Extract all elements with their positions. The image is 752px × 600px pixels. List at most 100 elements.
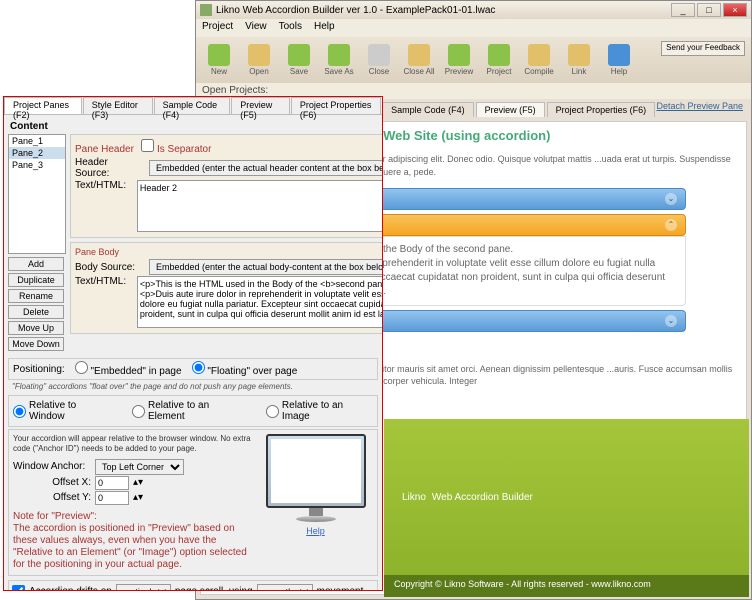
menu-view[interactable]: View — [245, 21, 267, 35]
close-button[interactable]: × — [723, 3, 747, 17]
relative-element-radio[interactable] — [132, 405, 145, 418]
drift-checkbox[interactable] — [12, 585, 25, 590]
bg-tab-project-properties[interactable]: Project Properties (F6) — [547, 102, 656, 117]
move-down-button[interactable]: Move Down — [8, 337, 64, 351]
positioning-detail: Your accordion will appear relative to t… — [8, 429, 378, 576]
pane-body-group: Pane Body Body Source:Embedded (enter th… — [70, 242, 382, 334]
rename-button[interactable]: Rename — [8, 289, 64, 303]
offsety-spinner[interactable]: ▴▾ — [133, 492, 143, 503]
relative-element-option[interactable]: Relative to an Element — [132, 400, 248, 422]
add-button[interactable]: Add — [8, 257, 64, 271]
move-up-button[interactable]: Move Up — [8, 321, 64, 335]
minimize-button[interactable]: _ — [671, 3, 695, 17]
offsetx-spinner[interactable]: ▴▾ — [133, 477, 143, 488]
about-banner: Likno Web Accordion Builder Copyright © … — [384, 419, 749, 597]
relative-window-option[interactable]: Relative to Window — [13, 400, 114, 422]
preview-note: Note for "Preview":The accordion is posi… — [13, 511, 252, 571]
offsetx-input[interactable] — [95, 476, 129, 490]
menu-help[interactable]: Help — [314, 21, 335, 35]
is-separator-label: Is Separator — [157, 144, 211, 155]
relative-image-option[interactable]: Relative to an Image — [266, 400, 373, 422]
content-label: Content — [10, 121, 376, 132]
embedded-radio[interactable] — [75, 361, 88, 374]
anchor-select[interactable]: Top Left Corner — [95, 459, 184, 475]
pane-item-1[interactable]: Pane_1 — [9, 135, 65, 147]
maximize-button[interactable]: □ — [697, 3, 721, 17]
help-icon — [608, 44, 630, 66]
new-icon — [208, 44, 230, 66]
project-label: Project — [487, 67, 512, 76]
banner-copyright: Copyright © Likno Software - All rights … — [384, 575, 749, 597]
project-panes-panel: Project Panes (F2)Style Editor (F3)Sampl… — [3, 96, 383, 591]
close-icon — [368, 44, 390, 66]
help-label: Help — [611, 67, 627, 76]
drift-label: Accordion drifts on — [29, 586, 112, 590]
drift-mid-label: page scroll, using — [175, 586, 253, 590]
menubar: Project View Tools Help — [196, 19, 751, 37]
header-text-input[interactable] — [137, 180, 382, 232]
offsety-label: Offset Y: — [13, 492, 91, 503]
fg-tab-project-panes[interactable]: Project Panes (F2) — [4, 97, 82, 114]
offsetx-label: Offset X: — [13, 477, 91, 488]
help-link[interactable]: Help — [306, 526, 325, 536]
window-title: Likno Web Accordion Builder ver 1.0 - Ex… — [216, 5, 671, 16]
open-button[interactable]: Open — [242, 44, 276, 76]
closeall-button[interactable]: Close All — [402, 44, 436, 76]
duplicate-button[interactable]: Duplicate — [8, 273, 64, 287]
menu-project[interactable]: Project — [202, 21, 233, 35]
fg-tab-project-properties[interactable]: Project Properties (F6) — [291, 97, 381, 114]
delete-button[interactable]: Delete — [8, 305, 64, 319]
body-text-input[interactable] — [137, 276, 382, 328]
relative-image-radio[interactable] — [266, 405, 279, 418]
open-label: Open — [249, 67, 269, 76]
fg-tab-style-editor[interactable]: Style Editor (F3) — [83, 97, 153, 114]
floating-radio[interactable] — [192, 361, 205, 374]
menu-tools[interactable]: Tools — [279, 21, 302, 35]
link-button[interactable]: Link — [562, 44, 596, 76]
banner-brand-right: Web Accordion Builder — [432, 492, 533, 503]
titlebar: Likno Web Accordion Builder ver 1.0 - Ex… — [196, 1, 751, 19]
bg-tab-preview[interactable]: Preview (F5) — [476, 102, 545, 117]
save-label: Save — [290, 67, 308, 76]
preview-button[interactable]: Preview — [442, 44, 476, 76]
body-source-select[interactable]: Embedded (enter the actual body-content … — [149, 259, 382, 275]
pane-item-3[interactable]: Pane_3 — [9, 159, 65, 171]
detach-preview-link[interactable]: Detach Preview Pane — [656, 101, 743, 111]
help-button[interactable]: Help — [602, 44, 636, 76]
drift-end-label: movement — [317, 586, 364, 590]
offsety-input[interactable] — [95, 491, 129, 505]
compile-button[interactable]: Compile — [522, 44, 556, 76]
is-separator-checkbox[interactable] — [141, 139, 154, 152]
pane-item-2[interactable]: Pane_2 — [9, 147, 65, 159]
panes-listbox[interactable]: Pane_1Pane_2Pane_3 — [8, 134, 66, 254]
floating-radio-label: "Floating" over page — [192, 361, 298, 377]
new-label: New — [211, 67, 227, 76]
close-button[interactable]: Close — [362, 44, 396, 76]
project-button[interactable]: Project — [482, 44, 516, 76]
save-button[interactable]: Save — [282, 44, 316, 76]
project-icon — [488, 44, 510, 66]
open-icon — [248, 44, 270, 66]
saveas-button[interactable]: Save As — [322, 44, 356, 76]
save-icon — [288, 44, 310, 66]
closeall-label: Close All — [403, 67, 434, 76]
preview-icon — [448, 44, 470, 66]
positioning-label: Positioning: — [13, 364, 65, 375]
monitor-preview-image: Help — [258, 434, 373, 539]
pane-header-title: Pane Header Is Separator — [75, 139, 382, 155]
body-source-label: Body Source: — [75, 262, 145, 273]
fg-tab-sample-code[interactable]: Sample Code (F4) — [154, 97, 231, 114]
send-feedback-button[interactable]: Send your Feedback — [661, 41, 745, 56]
app-icon — [200, 4, 212, 16]
header-source-select[interactable]: Embedded (enter the actual header conten… — [149, 160, 382, 176]
saveas-label: Save As — [324, 67, 353, 76]
fg-tab-preview[interactable]: Preview (F5) — [231, 97, 290, 114]
floating-note: "Floating" accordions "float over" the p… — [8, 380, 378, 393]
positioning-row: Positioning: "Embedded" in page "Floatin… — [8, 358, 378, 380]
drift-direction-select[interactable]: vertical — [116, 584, 171, 590]
relative-window-radio[interactable] — [13, 405, 26, 418]
bg-tab-sample-code[interactable]: Sample Code (F4) — [382, 102, 474, 117]
drift-movement-select[interactable]: smooth — [257, 584, 313, 590]
preview-label: Preview — [445, 67, 473, 76]
new-button[interactable]: New — [202, 44, 236, 76]
